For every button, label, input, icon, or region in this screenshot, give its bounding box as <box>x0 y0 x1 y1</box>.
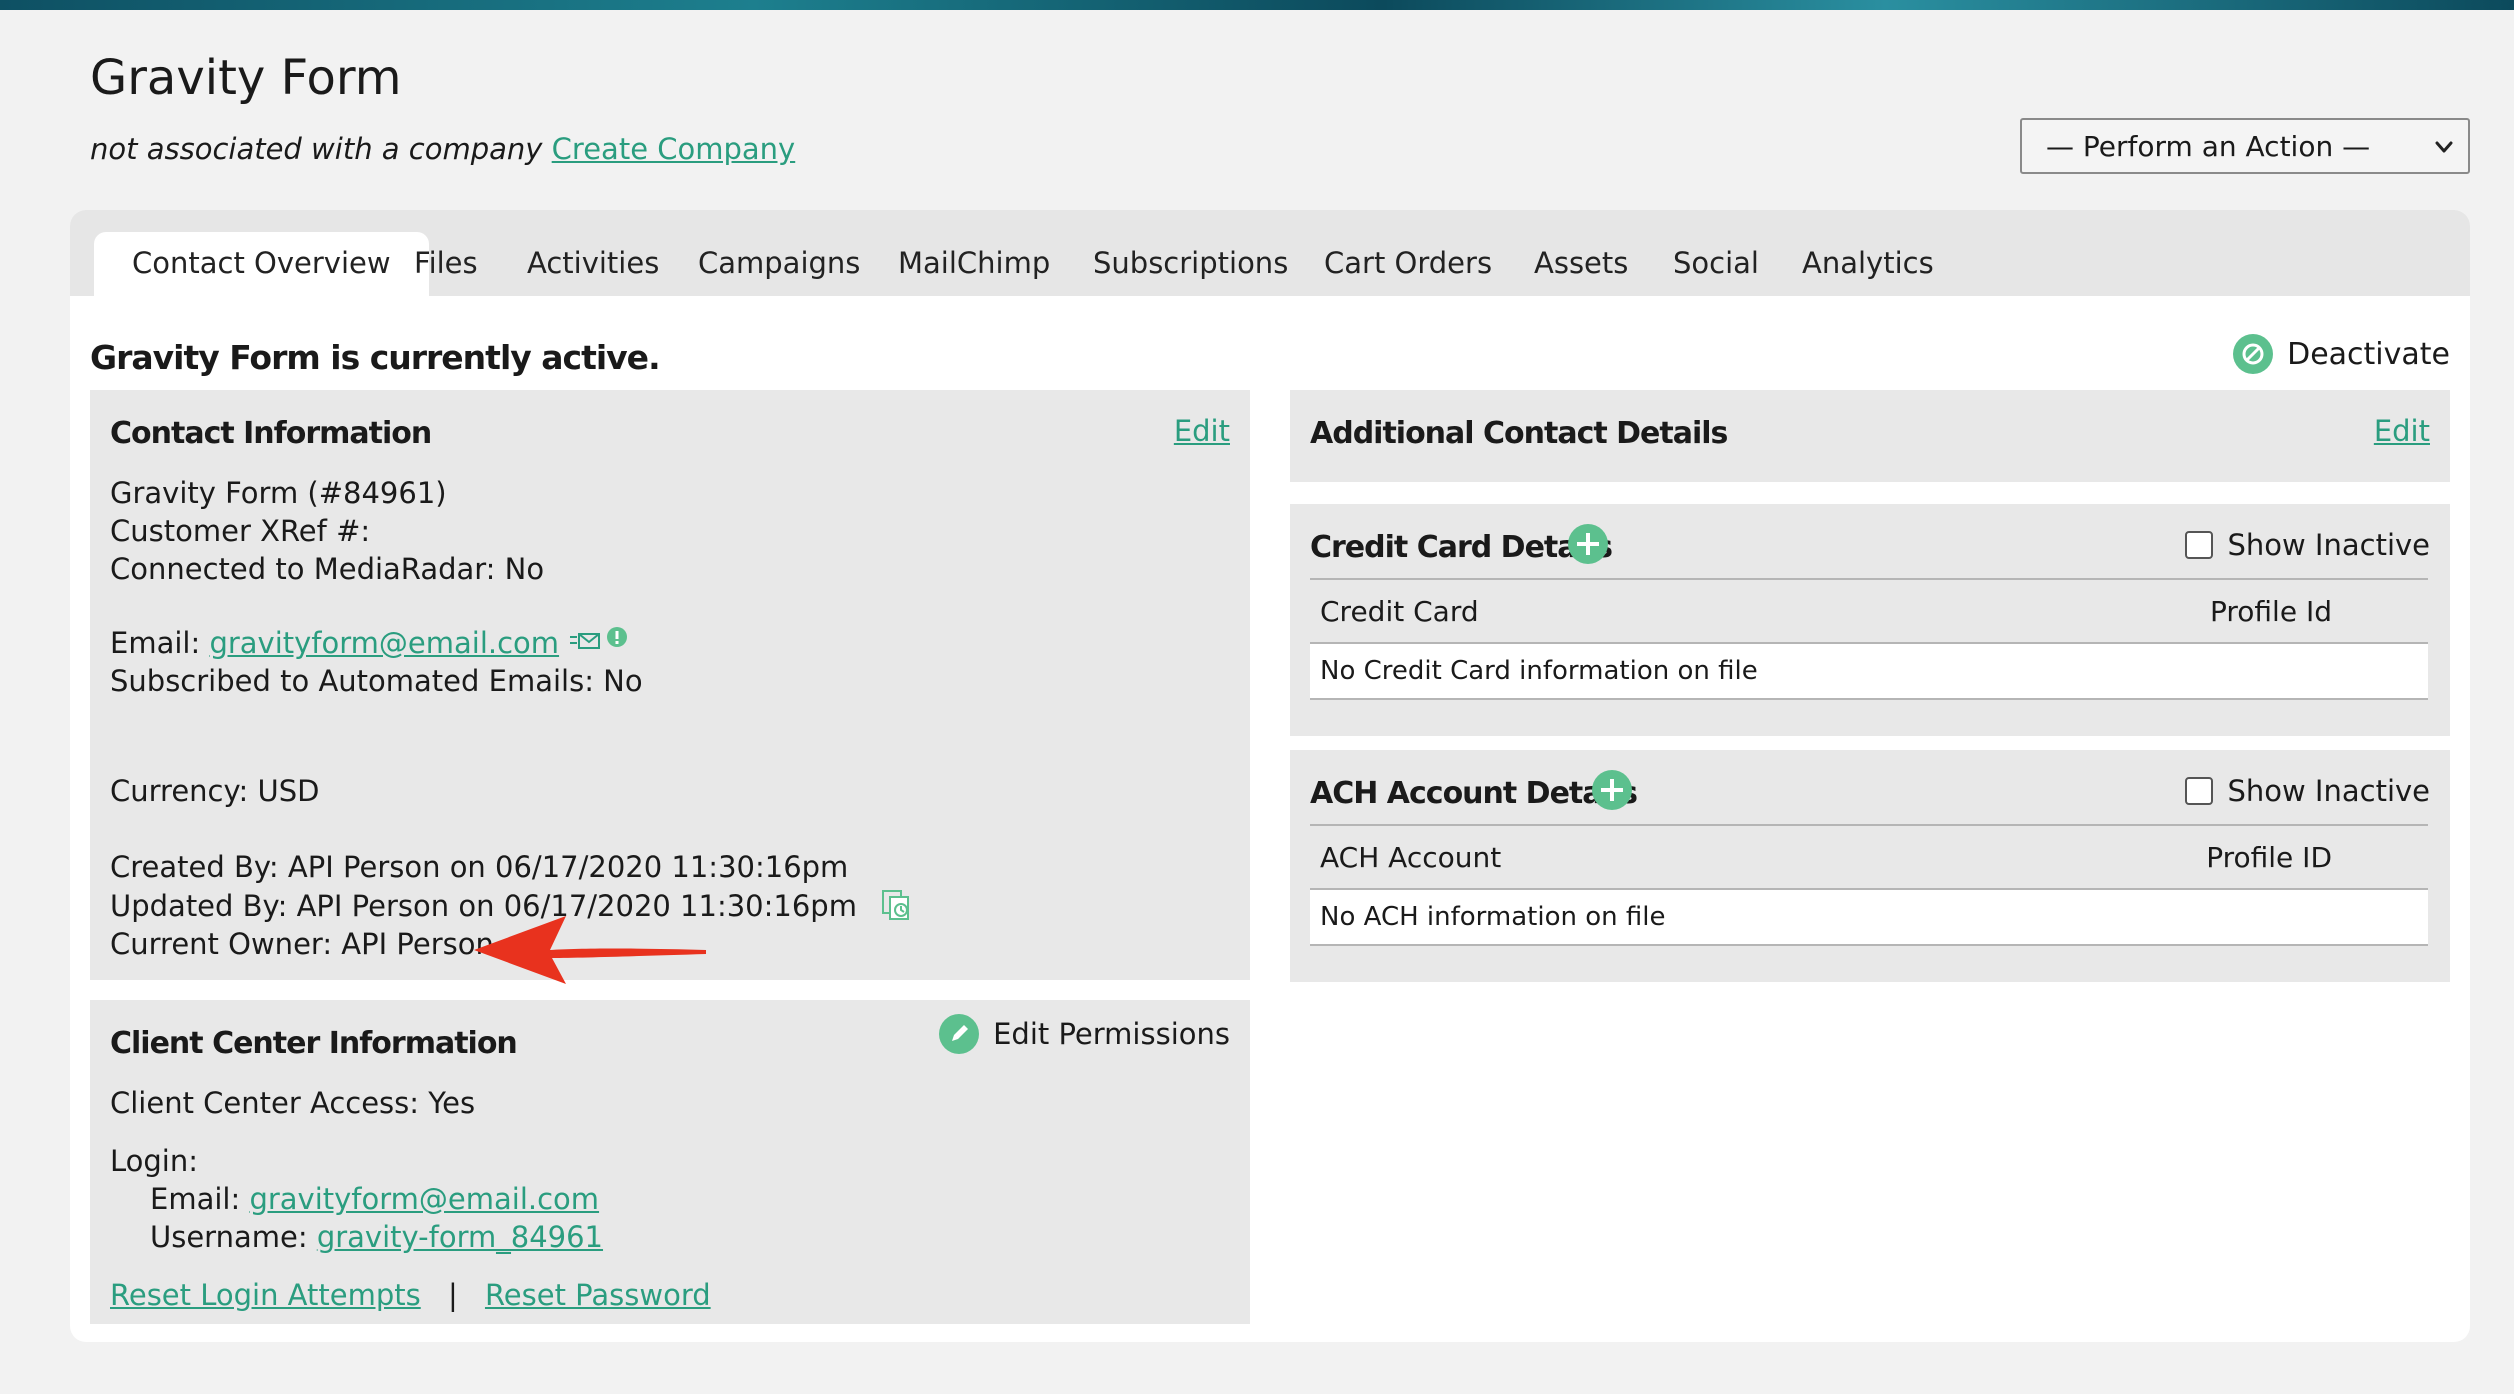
credit-card-title: Credit Card Details <box>1310 530 1613 565</box>
ach-table-header: ACH Account Profile ID <box>1310 824 2428 890</box>
email-alert-icon <box>607 627 628 647</box>
login-email-link[interactable]: gravityform@email.com <box>249 1182 599 1216</box>
current-owner-line: Current Owner: API Person <box>110 927 494 961</box>
reset-links: Reset Login Attempts | Reset Password <box>110 1278 711 1312</box>
additional-details-title: Additional Contact Details <box>1310 416 1728 451</box>
created-by-line: Created By: API Person on 06/17/2020 11:… <box>110 850 849 884</box>
credit-card-empty-row: No Credit Card information on file <box>1310 644 2428 700</box>
credit-card-col-header: Credit Card <box>1320 594 1479 628</box>
customer-xref-line: Customer XRef #: <box>110 514 371 548</box>
additional-details-panel: Additional Contact Details Edit <box>1290 390 2450 482</box>
deactivate-icon <box>2233 334 2274 374</box>
top-gradient-bar <box>0 0 2514 10</box>
credit-card-table: Credit Card Profile Id No Credit Card in… <box>1310 578 2428 700</box>
perform-action-label: — Perform an Action — <box>2046 129 2371 163</box>
reset-password-link[interactable]: Reset Password <box>485 1278 711 1312</box>
show-inactive-label: Show Inactive <box>2227 528 2430 562</box>
ach-panel: ACH Account Details Show Inactive ACH Ac… <box>1290 750 2450 982</box>
page-title: Gravity Form <box>90 50 402 106</box>
contact-information-panel: Contact Information Edit Gravity Form (#… <box>90 390 1250 980</box>
client-access-line: Client Center Access: Yes <box>110 1086 476 1120</box>
reset-login-attempts-link[interactable]: Reset Login Attempts <box>110 1278 421 1312</box>
chevron-down-icon <box>2435 141 2453 153</box>
ach-show-inactive-checkbox[interactable] <box>2185 777 2214 805</box>
login-username-link[interactable]: gravity-form_84961 <box>317 1220 603 1254</box>
history-copy-icon[interactable] <box>880 888 916 924</box>
email-line: Email: gravityform@email.com <box>110 626 630 660</box>
login-label: Login: <box>110 1144 199 1178</box>
additional-details-edit-link[interactable]: Edit <box>2374 414 2430 448</box>
credit-card-table-header: Credit Card Profile Id <box>1310 578 2428 644</box>
deactivate-button[interactable]: Deactivate <box>2233 334 2450 374</box>
currency-line: Currency: USD <box>110 774 320 808</box>
email-status-icons <box>570 627 628 649</box>
ach-empty-row: No ACH information on file <box>1310 890 2428 946</box>
credit-card-show-inactive[interactable]: Show Inactive <box>2185 528 2430 562</box>
perform-action-select[interactable]: — Perform an Action — <box>2020 118 2470 174</box>
contact-information-title: Contact Information <box>110 416 432 451</box>
ach-col-header: ACH Account <box>1320 840 1502 874</box>
email-label: Email: <box>110 626 201 660</box>
tab-subscriptions[interactable]: Subscriptions <box>1093 246 1288 280</box>
profile-id-col-header: Profile Id <box>2210 594 2332 628</box>
contact-card: Contact Overview Files Activities Campai… <box>70 210 2470 1342</box>
login-email-line: Email: gravityform@email.com <box>150 1182 599 1216</box>
ach-title: ACH Account Details <box>1310 776 1638 811</box>
company-association: not associated with a company Create Com… <box>90 132 795 166</box>
tab-cart-orders[interactable]: Cart Orders <box>1324 246 1492 280</box>
link-separator: | <box>447 1278 458 1312</box>
tab-contact-overview[interactable]: Contact Overview <box>94 232 429 296</box>
contact-name-line: Gravity Form (#84961) <box>110 476 447 510</box>
email-send-icon <box>570 633 601 649</box>
login-username-label: Username: <box>150 1220 308 1254</box>
add-ach-icon[interactable] <box>1592 770 1632 810</box>
annotation-arrow <box>474 916 706 984</box>
client-center-panel: Client Center Information Edit Permissio… <box>90 1000 1250 1324</box>
tab-files[interactable]: Files <box>414 246 478 280</box>
tab-assets[interactable]: Assets <box>1534 246 1628 280</box>
association-text: not associated with a company <box>90 132 543 166</box>
show-inactive-checkbox[interactable] <box>2185 531 2214 559</box>
mediaradar-line: Connected to MediaRadar: No <box>110 552 545 586</box>
active-status-heading: Gravity Form is currently active. <box>90 338 661 377</box>
login-email-label: Email: <box>150 1182 241 1216</box>
contact-info-edit-link[interactable]: Edit <box>1174 414 1230 448</box>
subscribed-line: Subscribed to Automated Emails: No <box>110 664 643 698</box>
tab-campaigns[interactable]: Campaigns <box>698 246 860 280</box>
create-company-link[interactable]: Create Company <box>552 132 796 166</box>
tab-mailchimp[interactable]: MailChimp <box>898 246 1050 280</box>
client-center-title: Client Center Information <box>110 1026 518 1061</box>
ach-show-inactive-label: Show Inactive <box>2227 774 2430 808</box>
credit-card-panel: Credit Card Details Show Inactive Credit… <box>1290 504 2450 736</box>
ach-show-inactive[interactable]: Show Inactive <box>2185 774 2430 808</box>
pencil-icon <box>939 1014 980 1054</box>
edit-permissions-button[interactable]: Edit Permissions <box>939 1014 1230 1054</box>
tab-activities[interactable]: Activities <box>527 246 659 280</box>
tab-analytics[interactable]: Analytics <box>1802 246 1934 280</box>
login-username-line: Username: gravity-form_84961 <box>150 1220 603 1254</box>
email-link[interactable]: gravityform@email.com <box>209 626 559 660</box>
add-credit-card-icon[interactable] <box>1568 524 1608 564</box>
ach-table: ACH Account Profile ID No ACH informatio… <box>1310 824 2428 946</box>
edit-permissions-label: Edit Permissions <box>993 1017 1230 1051</box>
ach-profile-id-col-header: Profile ID <box>2206 840 2332 874</box>
deactivate-label: Deactivate <box>2287 336 2450 372</box>
tab-social[interactable]: Social <box>1673 246 1759 280</box>
tab-bar: Contact Overview Files Activities Campai… <box>70 210 2470 296</box>
